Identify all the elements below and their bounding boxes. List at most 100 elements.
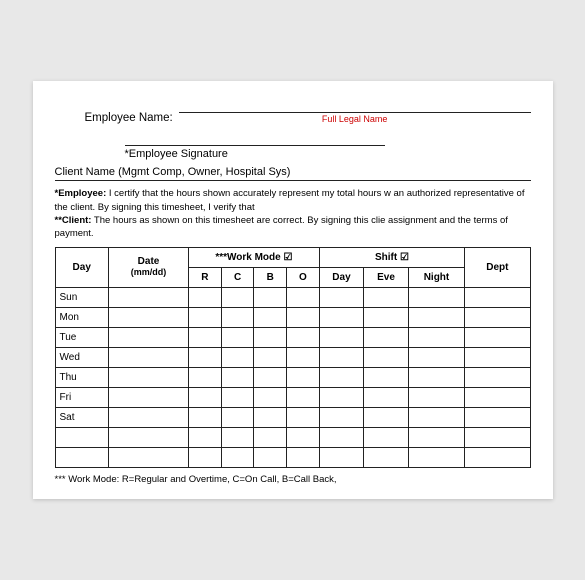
day-cell: Tue <box>55 327 108 347</box>
table-row: Thu <box>55 367 530 387</box>
data-cell <box>364 307 409 327</box>
full-legal-label: Full Legal Name <box>179 114 531 124</box>
data-cell <box>364 407 409 427</box>
table-row: Sun <box>55 287 530 307</box>
col-header-shift-day: Day <box>319 267 364 287</box>
data-cell <box>364 387 409 407</box>
data-cell <box>189 367 222 387</box>
data-cell <box>319 387 364 407</box>
data-cell <box>221 307 254 327</box>
data-cell <box>221 447 254 467</box>
col-header-day: Day <box>55 247 108 287</box>
signature-row: *Employee Signature <box>55 132 531 160</box>
timesheet-body: SunMonTueWedThuFriSat <box>55 287 530 467</box>
table-row: Fri <box>55 387 530 407</box>
workmode-label: ***Work Mode <box>215 252 280 263</box>
data-cell <box>108 287 188 307</box>
data-cell <box>465 407 530 427</box>
day-cell: Sun <box>55 287 108 307</box>
col-header-shift: Shift ☑ <box>319 247 464 267</box>
data-cell <box>408 447 464 467</box>
data-cell <box>408 327 464 347</box>
data-cell <box>364 347 409 367</box>
data-cell <box>319 307 364 327</box>
data-cell <box>189 447 222 467</box>
data-cell <box>364 287 409 307</box>
table-row: Tue <box>55 327 530 347</box>
data-cell <box>465 387 530 407</box>
data-cell <box>221 387 254 407</box>
data-cell <box>221 427 254 447</box>
col-header-dept: Dept <box>465 247 530 287</box>
col-header-date-label: Date <box>138 256 160 267</box>
employee-name-underline <box>179 99 531 113</box>
data-cell <box>408 287 464 307</box>
data-cell <box>254 287 287 307</box>
data-cell <box>221 407 254 427</box>
col-header-shift-eve: Eve <box>364 267 409 287</box>
data-cell <box>465 447 530 467</box>
col-header-b: B <box>254 267 287 287</box>
data-cell <box>465 327 530 347</box>
header-section: Employee Name: Full Legal Name *Employee… <box>55 99 531 240</box>
data-cell <box>319 367 364 387</box>
shift-label: Shift <box>375 252 397 263</box>
data-cell <box>189 407 222 427</box>
client-bold: **Client: <box>55 215 92 226</box>
data-cell <box>108 367 188 387</box>
data-cell <box>254 387 287 407</box>
data-cell <box>319 287 364 307</box>
data-cell <box>319 327 364 347</box>
day-cell: Fri <box>55 387 108 407</box>
signature-underline <box>125 132 385 146</box>
data-cell <box>287 327 320 347</box>
data-cell <box>408 407 464 427</box>
data-cell <box>408 367 464 387</box>
data-cell <box>319 407 364 427</box>
data-cell <box>108 407 188 427</box>
table-row <box>55 447 530 467</box>
data-cell <box>189 307 222 327</box>
data-cell <box>287 387 320 407</box>
day-cell <box>55 447 108 467</box>
data-cell <box>287 427 320 447</box>
table-row <box>55 427 530 447</box>
employee-bold: *Employee: <box>55 188 107 199</box>
table-row: Wed <box>55 347 530 367</box>
data-cell <box>465 367 530 387</box>
col-header-workmode: ***Work Mode ☑ <box>189 247 320 267</box>
col-header-o: O <box>287 267 320 287</box>
timesheet-table: Day Date (mm/dd) ***Work Mode ☑ Shift ☑ … <box>55 247 531 468</box>
day-cell: Mon <box>55 307 108 327</box>
data-cell <box>189 287 222 307</box>
col-header-date: Date (mm/dd) <box>108 247 188 287</box>
employee-name-label: Employee Name: <box>85 112 173 124</box>
data-cell <box>221 347 254 367</box>
table-row: Mon <box>55 307 530 327</box>
data-cell <box>108 447 188 467</box>
col-header-r: R <box>189 267 222 287</box>
data-cell <box>287 447 320 467</box>
shift-checkbox: ☑ <box>400 252 409 263</box>
data-cell <box>364 427 409 447</box>
data-cell <box>189 327 222 347</box>
data-cell <box>364 367 409 387</box>
day-cell <box>55 427 108 447</box>
client-text: The hours as shown on this timesheet are… <box>55 215 508 239</box>
data-cell <box>189 427 222 447</box>
employee-text: I certify that the hours shown accuratel… <box>55 188 525 212</box>
footer-note: *** Work Mode: R=Regular and Overtime, C… <box>55 474 531 485</box>
data-cell <box>189 347 222 367</box>
data-cell <box>465 287 530 307</box>
data-cell <box>287 307 320 327</box>
day-cell: Wed <box>55 347 108 367</box>
data-cell <box>287 367 320 387</box>
data-cell <box>408 347 464 367</box>
data-cell <box>319 347 364 367</box>
table-header-row: Day Date (mm/dd) ***Work Mode ☑ Shift ☑ … <box>55 247 530 267</box>
data-cell <box>221 327 254 347</box>
data-cell <box>465 347 530 367</box>
data-cell <box>221 367 254 387</box>
client-name-row: Client Name (Mgmt Comp, Owner, Hospital … <box>55 166 531 181</box>
col-header-c: C <box>221 267 254 287</box>
